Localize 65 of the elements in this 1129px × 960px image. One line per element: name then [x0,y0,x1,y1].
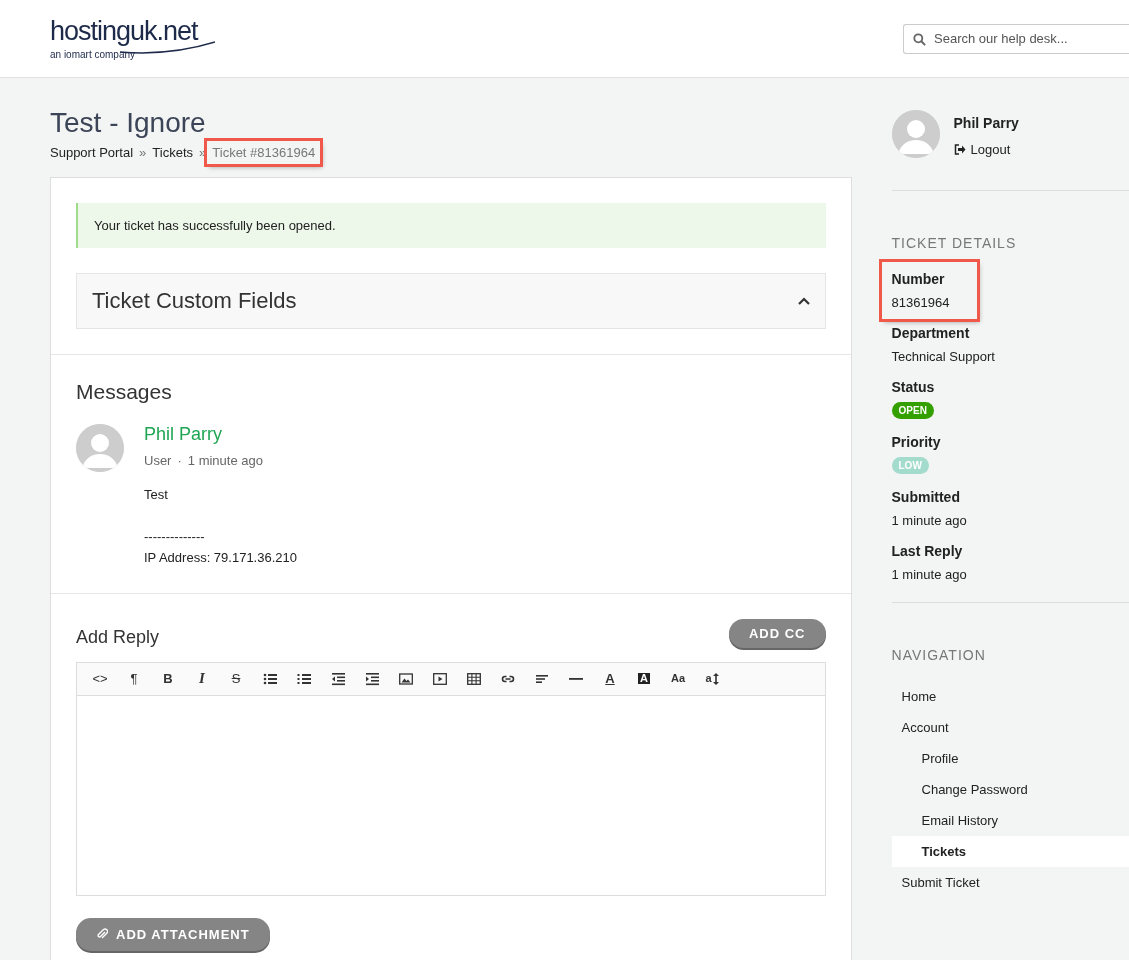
outdent-icon [331,671,345,686]
detail-label: Priority [891,434,942,450]
page-title: Test - Ignore [50,108,207,139]
ol-icon [297,671,311,686]
search-field[interactable]: Search our help desk... [903,23,1129,54]
user-role: User [144,452,172,468]
add-cc-button[interactable]: ADD CC [728,618,826,648]
nav-item[interactable]: Email History [891,805,1129,836]
nav-item[interactable]: Change Password [891,774,1129,805]
panel-title: Ticket Custom Fields [92,287,297,314]
search-icon [913,32,926,46]
breadcrumb-separator: » [139,144,147,160]
bold-tool-button[interactable]: B [151,664,185,693]
sidebar-heading: NAVIGATION [891,647,987,663]
user-name: Phil Parry [953,115,1019,131]
nav-item[interactable]: Submit Ticket [891,867,1129,898]
image-icon [399,671,413,686]
detail-value: Technical Support [891,349,996,364]
detail-label: Last Reply [891,543,964,559]
user-avatar [891,110,940,158]
chevron-up-icon[interactable] [797,296,810,305]
bgcolor-tool-button[interactable]: A [627,664,661,693]
nav-item[interactable]: Home [891,681,1129,712]
rule-icon [569,677,583,680]
message-text: -------------- [144,527,206,546]
nav-item[interactable]: Profile [891,743,1129,774]
code-tool-button[interactable]: <> [83,664,117,693]
logout-link[interactable]: Logout [953,142,1019,157]
detail-label: Department [891,325,971,341]
section-title: Messages [76,379,173,404]
status-badge: OPEN [891,402,934,419]
add-attachment-button[interactable]: ADD ATTACHMENT [76,917,270,951]
table-icon [467,671,481,686]
custom-fields-panel[interactable]: Ticket Custom Fields [76,272,826,329]
indent-icon [365,671,379,686]
detail-value: 81361964 [891,295,950,310]
message-text: IP Address: 79.171.36.210 [144,548,297,567]
nav-item[interactable]: Tickets [891,836,1129,867]
fontsize-tool-button[interactable]: Aa [661,664,695,693]
sidebar-heading: TICKET DETAILS [891,235,1018,251]
lineheight-tool-button[interactable]: a [695,664,729,693]
paragraph-tool-button[interactable]: ¶ [117,664,151,693]
video-icon [433,671,447,686]
breadcrumb-link[interactable]: Tickets [147,140,199,164]
ul-icon [263,671,277,686]
breadcrumb-link[interactable]: Ticket #81361964 [207,140,321,164]
section-title: Add Reply [76,626,160,648]
strike-tool-button[interactable]: S [219,664,253,693]
sign-out-icon [953,144,966,155]
message-time: 1 minute ago [187,452,263,468]
status-badge: LOW [891,457,929,474]
nav-item[interactable]: Account [891,712,1129,743]
meta-separator: · [177,452,182,468]
message-text: Test [144,485,169,504]
detail-label: Status [891,379,936,395]
detail-label: Number [891,271,946,287]
success-alert: Your ticket has successfully been opened. [76,202,826,248]
avatar [76,423,124,472]
detail-value: 1 minute ago [891,513,968,528]
detail-label: Submitted [891,489,961,505]
detail-value: 1 minute ago [891,567,968,582]
up-down-arrow-icon [712,672,719,685]
breadcrumb-link[interactable]: Support Portal [45,140,139,164]
color-tool-button[interactable]: A [593,664,627,693]
italic-tool-button[interactable]: I [185,664,219,693]
